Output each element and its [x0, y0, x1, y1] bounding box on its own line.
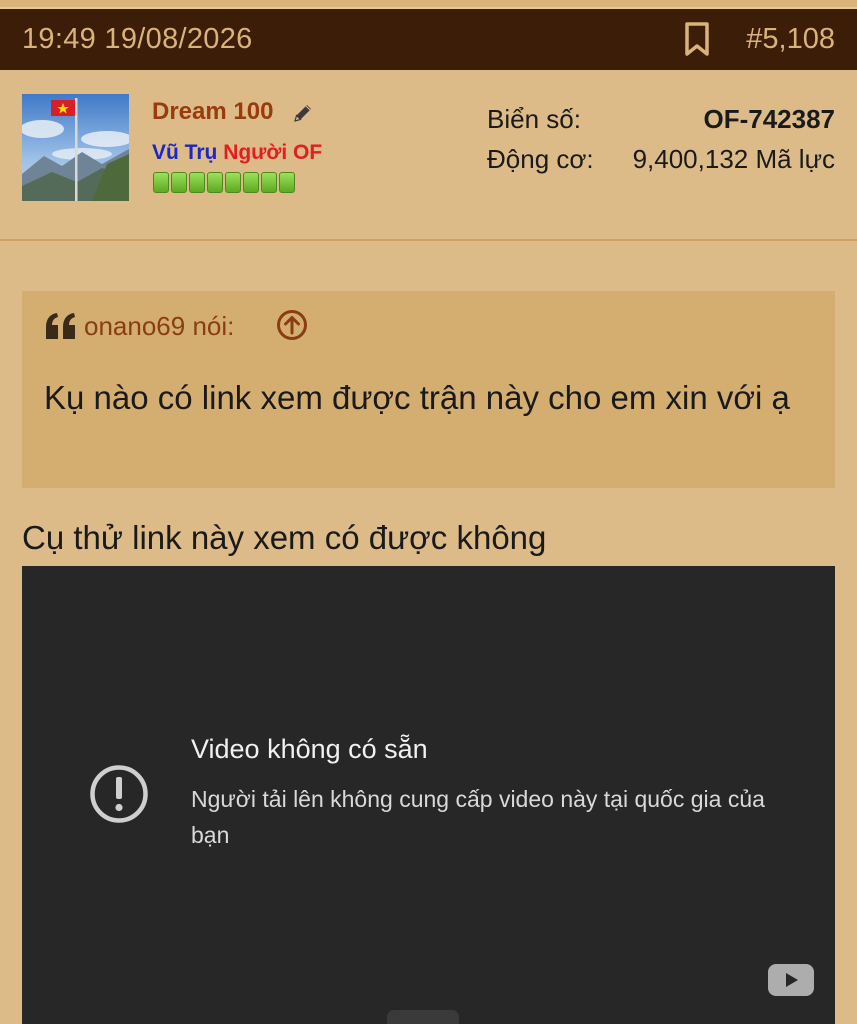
post-header: 19:49 19/08/2026 #5,108: [0, 7, 857, 70]
top-edge: [0, 0, 857, 7]
user-title: Vũ Trụ Người OF: [152, 141, 322, 165]
avatar[interactable]: [22, 94, 129, 201]
rank-pip: [207, 172, 223, 193]
video-title: Video không có sẵn: [191, 734, 428, 764]
post-timestamp[interactable]: 19:49 19/08/2026: [22, 23, 253, 56]
rank-pip: [279, 172, 295, 193]
rank-pip: [243, 172, 259, 193]
exclamation-circle-icon: [90, 765, 148, 823]
engine-row: Động cơ: 9,400,132 Mã lực: [487, 144, 835, 184]
quote-mark-icon: [46, 313, 75, 339]
quote-text: Kụ nào có link xem được trận này cho em …: [44, 379, 790, 416]
post-body-text: Cụ thử link này xem có được không: [22, 519, 547, 556]
youtube-icon[interactable]: [768, 964, 814, 996]
engine-label: Động cơ:: [487, 144, 594, 174]
video-message: Người tải lên không cung cấp video này t…: [191, 786, 765, 848]
video-embed[interactable]: Video không có sẵn Người tải lên không c…: [22, 566, 835, 1024]
post-number[interactable]: #5,108: [746, 23, 835, 56]
bookmark-icon[interactable]: [682, 21, 712, 57]
arrow-up-circle-icon[interactable]: [276, 309, 308, 341]
username[interactable]: Dream 100: [152, 98, 273, 126]
rank-pip: [225, 172, 241, 193]
rank-pip: [153, 172, 169, 193]
user-stats: Biển số: OF-742387 Động cơ: 9,400,132 Mã…: [487, 104, 835, 184]
engine-value: 9,400,132 Mã lực: [632, 144, 835, 174]
user-title-part1: Vũ Trụ: [152, 141, 218, 164]
plate-label: Biển số:: [487, 104, 581, 134]
rank-pip: [261, 172, 277, 193]
plate-row: Biển số: OF-742387: [487, 104, 835, 144]
quote-block: onano69 nói: Kụ nào có link xem được trậ…: [22, 291, 835, 488]
user-title-part2: Người OF: [223, 141, 323, 164]
rank-bar: [153, 172, 295, 193]
video-controls-handle[interactable]: [387, 1010, 459, 1024]
rank-pip: [189, 172, 205, 193]
plate-value: OF-742387: [703, 104, 835, 134]
quote-author[interactable]: onano69 nói:: [84, 311, 234, 342]
header-divider: [0, 239, 857, 241]
pencil-icon: [294, 105, 311, 122]
rank-pip: [171, 172, 187, 193]
